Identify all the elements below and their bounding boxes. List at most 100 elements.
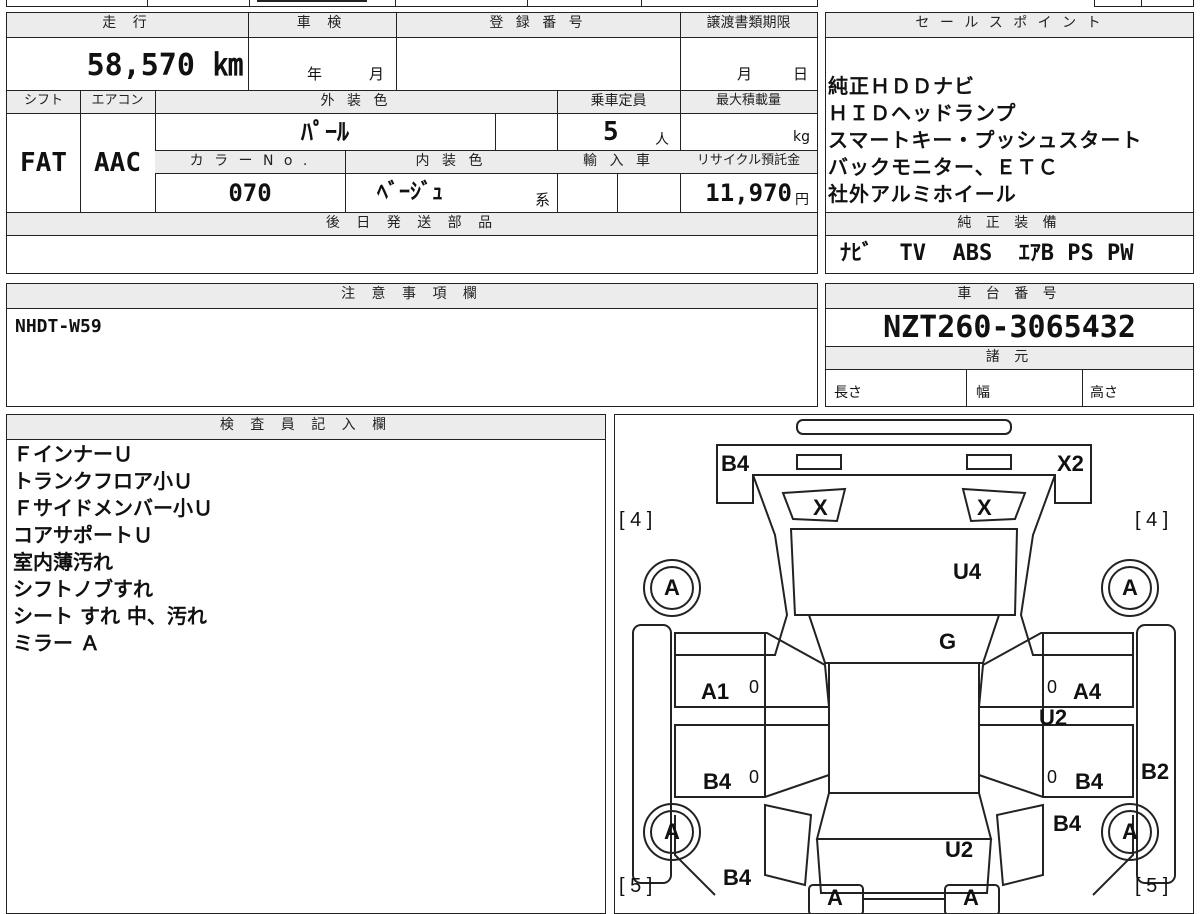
ac-header: エアコン [80,91,155,113]
inspector-line: Ｆサイドメンバー小Ｕ [13,496,213,520]
transfer-month: 月 [737,65,753,83]
label-rear-window: G [939,629,957,654]
notes-block: 注 意 事 項 欄 NHDT-W59 [6,283,818,407]
sales-point-item: バックモニター、ＥＴＣ [828,155,1059,179]
interior-color-suffix: 系 [535,191,551,209]
wheel-front-right: A [1101,803,1159,861]
label-tire-rear-right: [ 4 ] [1135,509,1169,531]
label-zero: 0 [749,767,760,787]
genuine-equipment-list: ﾅﾋﾞ TV ABS ｴｱB PS PW [840,237,1190,271]
color-no-value: 070 [228,179,272,207]
label-tire-front-left: [ 5 ] [619,875,653,897]
sales-point-item: スマートキー・プッシュスタート [828,128,1143,152]
label-mirror-right: A [963,885,979,910]
equip-item: ABS [952,241,993,266]
label-mirror-left: A [827,885,843,910]
mileage-value: 58,570 ㎞ [86,48,243,83]
top-right-cutoff [1094,0,1194,7]
equip-item: PS [1067,241,1094,266]
label-front-left: B4 [723,865,752,890]
inspector-line: ＦインナーＵ [13,442,133,466]
shaken-year: 年 [307,65,323,83]
shift-header: シフト [7,91,80,113]
equip-item: ｴｱB [1018,241,1055,266]
notes-header: 注 意 事 項 欄 [7,284,817,308]
exterior-color-header: 外 装 色 [155,91,557,113]
label-door-fl: B4 [703,769,732,794]
label-hood: U2 [945,837,974,862]
transfer-deadline-header: 譲渡書類期限 [680,13,817,37]
label-bumper-fr: B4 [1053,811,1082,836]
registration-header: 登 録 番 号 [396,13,680,37]
later-parts-header: 後 日 発 送 部 品 [7,213,817,235]
inspector-line: コアサポートＵ [13,523,153,547]
ac-value: AAC [94,148,141,178]
max-load-unit: kg [793,129,810,145]
label-door-rr: A4 [1073,679,1102,704]
wheel-grade: A [650,810,694,854]
chassis-block: 車 台 番 号 NZT260-3065432 諸 元 長さ 幅 高さ [825,283,1194,407]
wheel-rear-right: A [1101,559,1159,617]
max-load-header: 最大積載量 [680,91,817,113]
notes-text: NHDT-W59 [15,316,102,337]
inspector-line: ミラー Ａ [13,631,100,655]
label-fender-right: B2 [1141,759,1170,784]
sales-point-item: 純正ＨＤＤナビ [828,74,975,98]
label-zero: 0 [1047,677,1058,697]
label-rear-left: B4 [721,451,750,476]
inspector-line: 室内薄汚れ [13,550,113,574]
dim-height: 高さ [1090,385,1118,401]
label-tire-front-right: [ 5 ] [1135,875,1169,897]
capacity-header: 乗車定員 [557,91,680,113]
inspector-line: シフトノブすれ [13,577,153,601]
label-trunk: U4 [953,559,982,584]
sales-points-header: セ ー ル ス ポ イ ン ト [826,13,1193,37]
sales-points-block: セ ー ル ス ポ イ ン ト 純正ＨＤＤナビ ＨＩＤヘッドランプ スマートキー… [825,12,1194,274]
inspector-line: シート すれ 中、汚れ [13,604,207,628]
interior-color-value: ﾍﾞｰｼﾞｭ [377,180,444,205]
wheel-grade: A [650,566,694,610]
exterior-color-value: ﾊﾟｰﾙ [301,118,349,146]
label-zero: 0 [1047,767,1058,787]
shift-value: FAT [20,148,67,178]
recycle-unit: 円 [795,192,809,208]
color-no-header: カ ラ ー N o . [155,151,345,173]
label-zero: 0 [749,677,760,697]
label-door-fr: B4 [1075,769,1104,794]
wheel-front-left: A [643,803,701,861]
label-rear-right: X2 [1057,451,1084,476]
recycle-header: リサイクル預託金 [680,151,817,173]
capacity-unit: 人 [655,132,669,148]
shaken-month: 月 [369,65,385,83]
vehicle-spec-block: 走 行 車 検 登 録 番 号 譲渡書類期限 58,570 ㎞ 年 月 月 日 … [6,12,818,274]
equip-item: PW [1107,241,1134,266]
inspector-header: 検 査 員 記 入 欄 [7,415,605,439]
label-door-rl: A1 [701,679,730,704]
label-rear-glass-left: X [813,495,828,520]
dim-width: 幅 [976,385,990,401]
label-sill-right: U2 [1039,705,1068,730]
sales-point-item: ＨＩＤヘッドランプ [828,101,1017,125]
sales-points-list: 純正ＨＤＤナビ ＨＩＤヘッドランプ スマートキー・プッシュスタート バックモニタ… [828,73,1190,208]
chassis-header: 車 台 番 号 [826,284,1193,308]
import-header: 輸 入 車 [557,151,680,173]
recycle-value: 11,970 [705,179,792,207]
dim-length: 長さ [834,385,862,401]
equip-item: TV [899,241,927,266]
interior-color-header: 内 装 色 [345,151,557,173]
sales-point-item: 社外アルミホイール [828,182,1017,206]
dimensions-header: 諸 元 [826,347,1193,369]
top-cutoff-row [6,0,818,7]
label-rear-glass-right: X [977,495,992,520]
car-diagram-block: A A A A B4 X2 X X [ 4 ] [ 4 ] U4 G A1 0 … [614,414,1194,914]
capacity-value: 5 [603,117,619,147]
genuine-equipment-header: 純 正 装 備 [826,213,1193,235]
inspector-block: 検 査 員 記 入 欄 ＦインナーＵ トランクフロア小Ｕ Ｆサイドメンバー小Ｕ … [6,414,606,914]
label-tire-rear-left: [ 4 ] [619,509,653,531]
wheel-grade: A [1108,566,1152,610]
wheel-grade: A [1108,810,1152,854]
inspector-lines: ＦインナーＵ トランクフロア小Ｕ Ｆサイドメンバー小Ｕ コアサポートＵ 室内薄汚… [13,441,593,657]
transfer-day: 日 [793,65,809,83]
inspector-line: トランクフロア小Ｕ [13,469,193,493]
equip-item: ﾅﾋﾞ [840,241,874,266]
